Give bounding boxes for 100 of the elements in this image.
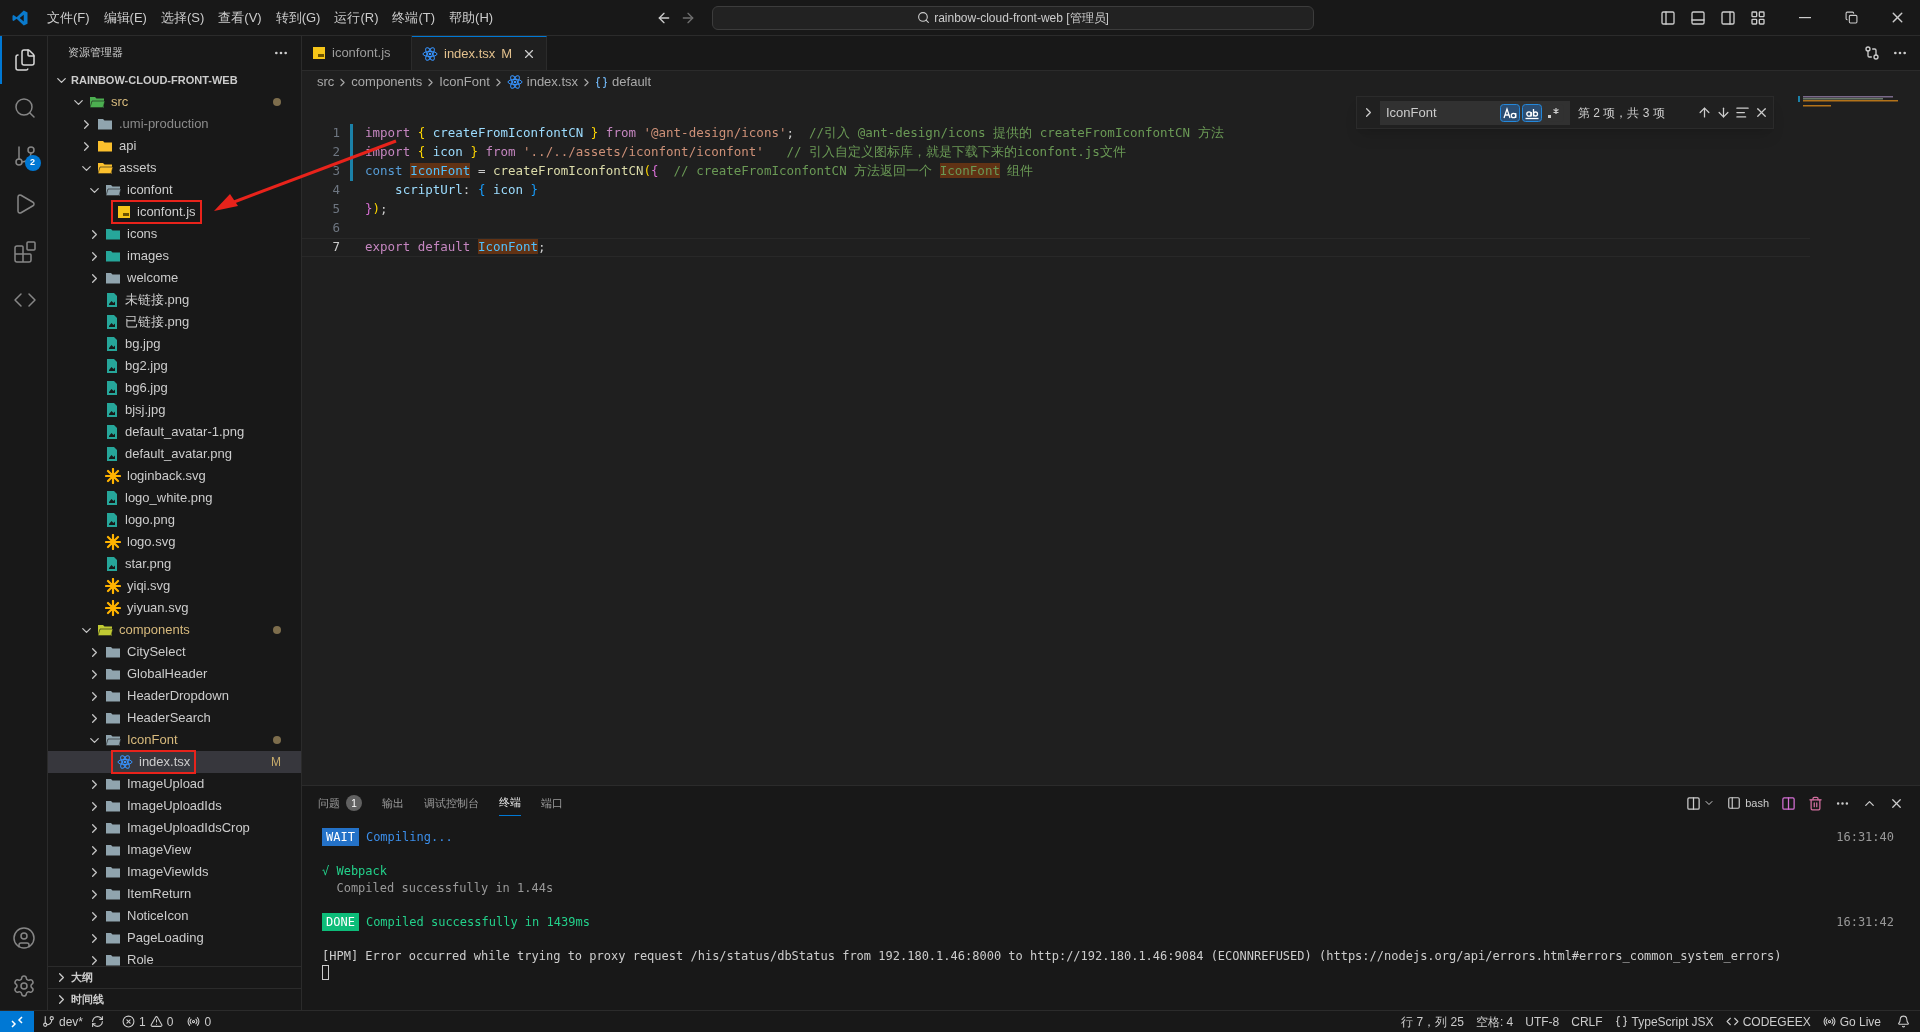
split-terminal-icon[interactable] bbox=[1781, 795, 1796, 811]
status-item[interactable]: 空格: 4 bbox=[1469, 1011, 1520, 1032]
folder-row[interactable]: Role bbox=[48, 949, 301, 966]
folder-row[interactable]: iconfont bbox=[48, 179, 301, 201]
file-row[interactable]: loginback.svg bbox=[48, 465, 301, 487]
menu-item[interactable]: 转到(G) bbox=[268, 7, 328, 28]
file-row[interactable]: logo_white.png bbox=[48, 487, 301, 509]
status-item[interactable]: TypeScript JSX bbox=[1608, 1011, 1720, 1032]
file-row[interactable]: 未链接.png bbox=[48, 289, 301, 311]
whole-word-toggle[interactable] bbox=[1522, 103, 1542, 122]
file-row[interactable]: default_avatar-1.png bbox=[48, 421, 301, 443]
editor-tab[interactable]: index.tsx M bbox=[412, 36, 548, 70]
folder-row[interactable]: ImageViewIds bbox=[48, 861, 301, 883]
panel-tab[interactable]: 输出 bbox=[382, 790, 404, 816]
file-row[interactable]: 已链接.png bbox=[48, 311, 301, 333]
find-in-selection-icon[interactable] bbox=[1735, 105, 1750, 120]
file-row[interactable]: bg6.jpg bbox=[48, 377, 301, 399]
panel-tab[interactable]: 问题 1 bbox=[318, 790, 362, 816]
file-row[interactable]: logo.svg bbox=[48, 531, 301, 553]
activity-button[interactable]: 2 bbox=[0, 132, 48, 180]
menu-item[interactable]: 运行(R) bbox=[327, 7, 386, 28]
file-row[interactable]: yiyuan.svg bbox=[48, 597, 301, 619]
breadcrumb-item[interactable]: components bbox=[351, 72, 423, 92]
folder-row[interactable]: src bbox=[48, 91, 301, 113]
folder-row[interactable]: api bbox=[48, 135, 301, 157]
notification-icon[interactable] bbox=[1897, 1015, 1910, 1028]
folder-row[interactable]: images bbox=[48, 245, 301, 267]
file-name: loginback.svg bbox=[127, 467, 206, 486]
folder-row[interactable]: ImageUploadIdsCrop bbox=[48, 817, 301, 839]
split-layout-icon[interactable] bbox=[1686, 795, 1702, 811]
match-case-toggle[interactable] bbox=[1500, 103, 1520, 122]
breadcrumb-item[interactable]: IconFont bbox=[439, 72, 490, 92]
file-row[interactable]: logo.png bbox=[48, 509, 301, 531]
extensions-icon bbox=[12, 240, 37, 264]
breadcrumb-item[interactable]: index.tsx bbox=[526, 72, 579, 92]
modified-letter: M bbox=[271, 754, 281, 771]
folder-row[interactable]: ImageUploadIds bbox=[48, 795, 301, 817]
folder-row[interactable]: GlobalHeader bbox=[48, 663, 301, 685]
file-row[interactable]: default_avatar.png bbox=[48, 443, 301, 465]
folder-row[interactable]: PageLoading bbox=[48, 927, 301, 949]
file-row[interactable]: bjsj.jpg bbox=[48, 399, 301, 421]
folder-row[interactable]: ImageView bbox=[48, 839, 301, 861]
status-item[interactable]: Go Live bbox=[1816, 1011, 1887, 1032]
folder-row[interactable]: NoticeIcon bbox=[48, 905, 301, 927]
shell-name[interactable]: bash bbox=[1745, 794, 1769, 812]
file-row[interactable]: yiqi.svg bbox=[48, 575, 301, 597]
count-badge: 1 bbox=[346, 795, 362, 811]
toggle-sidebar-icon[interactable] bbox=[1660, 9, 1676, 26]
panel-tab[interactable]: 终端 bbox=[499, 790, 521, 816]
folder-row[interactable]: CitySelect bbox=[48, 641, 301, 663]
folder-row[interactable]: ImageUpload bbox=[48, 773, 301, 795]
folder-icon bbox=[105, 777, 121, 791]
file-row[interactable]: index.tsx M bbox=[48, 751, 301, 773]
file-row[interactable]: bg.jpg bbox=[48, 333, 301, 355]
command-center[interactable]: rainbow-cloud-front-web [管理员] bbox=[712, 5, 1315, 30]
status-tag: DONE bbox=[322, 912, 359, 931]
next-match-icon[interactable] bbox=[1716, 105, 1731, 120]
menu-item[interactable]: 终端(T) bbox=[385, 7, 443, 28]
folder-row[interactable]: .umi-production bbox=[48, 113, 301, 135]
toggle-secondary-sidebar-icon[interactable] bbox=[1720, 9, 1736, 26]
trash-icon[interactable] bbox=[1808, 795, 1823, 811]
file-row[interactable]: iconfont.js bbox=[48, 201, 301, 223]
panel-tab[interactable]: 调试控制台 bbox=[424, 790, 479, 816]
section-header[interactable]: 大纲 bbox=[48, 966, 301, 988]
folder-row[interactable]: HeaderSearch bbox=[48, 707, 301, 729]
menu-item[interactable]: 帮助(H) bbox=[442, 7, 501, 28]
timestamp: 16:31:42 bbox=[1836, 913, 1894, 931]
ports-button[interactable]: 0 bbox=[179, 1011, 220, 1032]
folder-row[interactable]: assets bbox=[48, 157, 301, 179]
compare-changes-icon[interactable] bbox=[1864, 45, 1880, 61]
previous-match-icon[interactable] bbox=[1697, 105, 1712, 120]
find-input[interactable]: IconFont bbox=[1380, 100, 1570, 125]
timestamp: 16:31:40 bbox=[1836, 828, 1894, 846]
branch-button[interactable]: dev* bbox=[34, 1011, 92, 1032]
menu-item[interactable]: 编辑(E) bbox=[96, 7, 154, 28]
status-item[interactable]: CODEGEEX bbox=[1719, 1011, 1817, 1032]
status-item[interactable]: CRLF bbox=[1565, 1011, 1609, 1032]
folder-row[interactable]: ItemReturn bbox=[48, 883, 301, 905]
problems-button[interactable]: 1 0 bbox=[116, 1011, 180, 1032]
folder-row[interactable]: components bbox=[48, 619, 301, 641]
folder-row[interactable]: IconFont bbox=[48, 729, 301, 751]
folder-row[interactable]: HeaderDropdown bbox=[48, 685, 301, 707]
status-item[interactable]: 行 7，列 25 bbox=[1395, 1011, 1470, 1032]
close-icon[interactable] bbox=[1754, 105, 1769, 120]
panel-tab[interactable]: 端口 bbox=[541, 790, 563, 816]
file-row[interactable]: bg2.jpg bbox=[48, 355, 301, 377]
menu-item[interactable]: 查看(V) bbox=[211, 7, 269, 28]
open-folder-icon bbox=[89, 95, 105, 109]
status-item[interactable]: UTF-8 bbox=[1519, 1011, 1566, 1032]
layout-icon[interactable] bbox=[1750, 9, 1766, 26]
folder-row[interactable]: welcome bbox=[48, 267, 301, 289]
toggle-panel-icon[interactable] bbox=[1690, 9, 1706, 26]
file-row[interactable]: star.png bbox=[48, 553, 301, 575]
sync-icon[interactable] bbox=[91, 1015, 105, 1028]
workspace-root[interactable]: RAINBOW-CLOUD-FRONT-WEB bbox=[71, 71, 238, 89]
folder-row[interactable]: icons bbox=[48, 223, 301, 245]
menu-item[interactable]: 文件(F) bbox=[40, 7, 97, 28]
breadcrumb-item[interactable]: src bbox=[317, 72, 335, 92]
menu-item[interactable]: 选择(S) bbox=[153, 7, 212, 28]
breadcrumb-item[interactable]: default bbox=[612, 72, 652, 92]
